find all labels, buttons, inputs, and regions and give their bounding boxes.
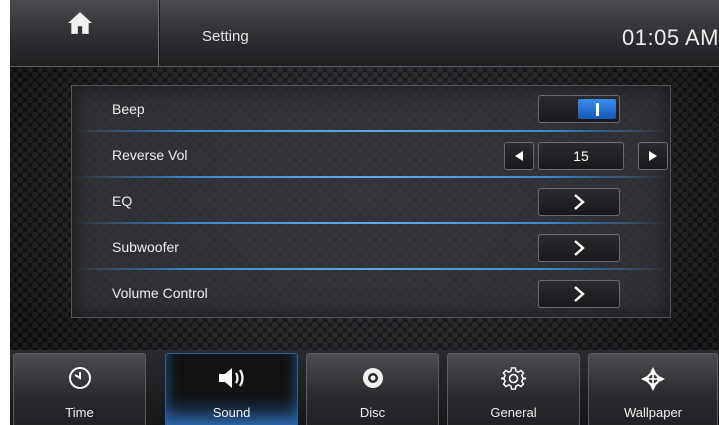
triangle-right-icon [649, 151, 657, 161]
tab-sound[interactable]: Sound [165, 353, 298, 425]
volume-control-label: Volume Control [112, 285, 208, 301]
setting-row-eq: EQ [72, 178, 670, 224]
tab-general-label: General [490, 405, 537, 420]
volume-control-open-button[interactable] [538, 280, 620, 308]
tab-disc[interactable]: Disc [306, 353, 439, 425]
home-button[interactable] [10, 0, 158, 66]
eq-open-button[interactable] [538, 188, 620, 216]
tab-general[interactable]: General [447, 353, 580, 425]
tab-time[interactable]: Time [13, 353, 146, 425]
tab-disc-label: Disc [359, 405, 386, 420]
tab-time-label: Time [65, 405, 94, 420]
header-divider [158, 0, 159, 66]
reverse-vol-decrease-button[interactable] [504, 142, 534, 170]
eq-label: EQ [112, 193, 133, 209]
disc-icon [362, 368, 383, 388]
chevron-right-icon [574, 240, 585, 256]
settings-panel: Beep Reverse Vol 15 EQ Subwoofer Volume … [71, 85, 671, 318]
speaker-icon [218, 368, 244, 388]
toggle-knob [578, 99, 616, 119]
setting-row-beep: Beep [72, 86, 670, 132]
setting-row-reverse-vol: Reverse Vol 15 [72, 132, 670, 178]
subwoofer-open-button[interactable] [538, 234, 620, 262]
bottom-tab-bar: Time Sound Disc General Wallpaper [10, 350, 719, 425]
reverse-vol-value: 15 [538, 142, 624, 170]
page-title: Setting [202, 28, 249, 45]
tab-wallpaper[interactable]: Wallpaper [588, 353, 718, 425]
clock-icon [68, 367, 91, 389]
reverse-vol-label: Reverse Vol [112, 147, 188, 163]
clock-display: 01:05 AM [622, 25, 719, 50]
head-unit-screen: Setting 01:05 AM Beep Reverse Vol 15 EQ … [10, 0, 719, 425]
triangle-left-icon [515, 151, 523, 161]
setting-row-subwoofer: Subwoofer [72, 224, 670, 270]
reverse-vol-increase-button[interactable] [638, 142, 668, 170]
header-bar: Setting 01:05 AM [10, 0, 719, 67]
wallpaper-icon [641, 367, 665, 391]
home-icon [68, 12, 92, 34]
chevron-right-icon [574, 194, 585, 210]
chevron-right-icon [574, 286, 585, 302]
beep-toggle[interactable] [538, 95, 620, 123]
subwoofer-label: Subwoofer [112, 239, 179, 255]
tab-sound-label: Sound [212, 405, 251, 420]
tab-wallpaper-label: Wallpaper [623, 405, 683, 420]
beep-label: Beep [112, 101, 145, 117]
setting-row-volume-control: Volume Control [72, 270, 670, 316]
gear-icon [500, 367, 526, 390]
